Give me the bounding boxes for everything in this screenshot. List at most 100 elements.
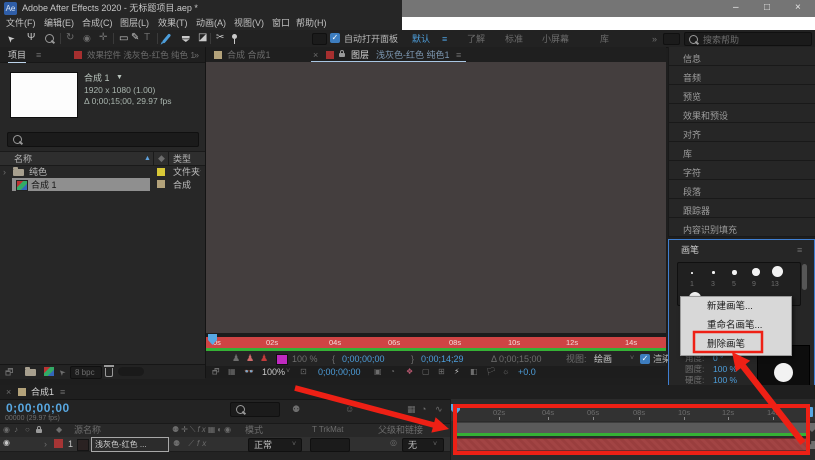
parent-pickwhip-icon[interactable]: ◎ (390, 439, 397, 447)
project-tabs-overflow-icon[interactable]: » (194, 51, 199, 60)
menu-composition[interactable]: 合成(C) (82, 19, 113, 28)
bit-depth-button[interactable]: 8 bpc (70, 366, 102, 379)
timeline-ruler[interactable]: 02s 04s 06s 08s 10s 12s 14s (451, 407, 815, 421)
brush-size-13[interactable] (772, 266, 783, 277)
menu-delete-brush[interactable]: 删除画笔 (681, 335, 791, 354)
brush-size-1[interactable] (691, 272, 693, 274)
view-dropdown[interactable]: 绘画 (594, 355, 612, 364)
project-search-input[interactable] (7, 132, 199, 147)
rectangle-tool[interactable]: ▭ (119, 34, 128, 44)
brush-size-5[interactable] (732, 270, 737, 275)
timeline-current-time[interactable]: 0;00;00;00 (6, 401, 70, 415)
workspace-overflow-icon[interactable]: » (652, 35, 657, 44)
panel-toggle-icon[interactable] (312, 33, 327, 45)
zoom-chevron-icon[interactable]: ˅ (286, 368, 290, 375)
type-tool[interactable]: T (144, 33, 150, 43)
panel-audio[interactable]: 音频 (668, 66, 815, 85)
brush-size-9[interactable] (752, 268, 760, 276)
menu-animation[interactable]: 动画(A) (196, 19, 226, 28)
sync-settings-icon[interactable] (663, 33, 680, 45)
menu-effect[interactable]: 效果(T) (158, 19, 188, 28)
comp-button-icon[interactable] (808, 441, 815, 449)
layer-name-box[interactable]: 浅灰色-红色 ... (91, 437, 169, 452)
menu-help[interactable]: 帮助(H) (296, 19, 327, 28)
timeline-menu-icon[interactable]: ≡ (60, 388, 65, 397)
layer-trkmat-dropdown[interactable] (310, 438, 350, 452)
new-folder-icon[interactable] (25, 369, 36, 376)
layer-parent-dropdown[interactable]: 无 ˅ (402, 438, 444, 452)
menu-layer[interactable]: 图层(L) (120, 19, 149, 28)
layer-mode-dropdown[interactable]: 正常 ˅ (248, 438, 302, 452)
brush-grid-scrollbar[interactable] (802, 264, 807, 290)
label-swatch-tan[interactable] (157, 180, 165, 188)
menu-edit[interactable]: 编辑(E) (44, 19, 74, 28)
show-snapshot-icon[interactable]: ◔ (390, 368, 395, 376)
resolution-icon[interactable]: ▢ (422, 368, 430, 376)
hardness-value[interactable]: 100 % (713, 376, 737, 385)
in-point-value[interactable]: 0;00;00;00 (342, 355, 385, 364)
menu-view[interactable]: 视图(V) (234, 19, 264, 28)
tab-timeline-comp[interactable]: 合成1 (31, 388, 54, 397)
brush-size-3[interactable] (712, 271, 715, 274)
project-row-solids[interactable]: › 纯色 文件夹 ⁘ (0, 165, 205, 178)
project-row-comp[interactable]: 合成 1 合成 (0, 178, 205, 191)
timeline-layer-row[interactable]: ◉ › 1 浅灰色-红色 ... ⚉ ⟋fx 正常 ˅ ◎ 无 ˅ (0, 437, 450, 452)
mask-visibility-icon[interactable]: 👓 (244, 368, 254, 376)
panel-preview[interactable]: 预览 (668, 85, 815, 104)
hand-tool[interactable]: Ψ (27, 33, 35, 43)
alpha-overlay-icon[interactable]: ♟ (246, 354, 254, 363)
workspace-default[interactable]: 默认 (412, 35, 430, 44)
maximize-button[interactable]: □ (764, 3, 770, 13)
pen-tool[interactable]: ✎ (131, 33, 139, 43)
layer-ruler-red-band[interactable]: 0s 02s 04s 06s 08s 10s 12s 14s (206, 337, 666, 348)
comp-marker-bin-icon[interactable] (808, 423, 815, 432)
project-comp-name-caret-icon[interactable]: ▼ (116, 74, 123, 81)
column-mode[interactable]: 模式 (245, 426, 263, 435)
panel-libraries[interactable]: 库 (668, 142, 815, 161)
layer-tab-close-icon[interactable]: × (313, 51, 318, 60)
new-composition-icon[interactable] (44, 367, 54, 376)
project-panel-menu-icon[interactable]: ≡ (36, 51, 41, 60)
layer-label-swatch[interactable] (54, 439, 63, 448)
project-flowchart-icon[interactable]: 🗗 (5, 368, 13, 377)
delete-item-icon[interactable] (105, 368, 113, 377)
timeline-tab-close-icon[interactable]: × (6, 388, 11, 397)
tab-composition[interactable]: 合成 合成1 (227, 51, 271, 60)
panel-info[interactable]: 信息 (668, 47, 815, 66)
render-checkbox[interactable]: ✓ (640, 354, 650, 364)
panel-character[interactable]: 字符 (668, 161, 815, 180)
help-search-input[interactable]: 搜索帮助 (684, 32, 812, 46)
column-source-name[interactable]: 源名称 (74, 426, 101, 435)
reset-exposure-icon[interactable]: ☼ (502, 368, 509, 376)
fast-previews-icon[interactable]: ⚡ (454, 368, 460, 376)
panel-effects-presets[interactable]: 效果和预设 (668, 104, 815, 123)
layer-visibility-icon[interactable]: ◉ (3, 439, 10, 447)
zoom-tool[interactable] (45, 34, 54, 43)
puppet-pin-tool[interactable] (232, 34, 237, 39)
always-preview-icon[interactable]: 🗗 (212, 368, 220, 376)
eraser-tool[interactable]: ◪ (198, 33, 207, 43)
menu-new-brush[interactable]: 新建画笔... (681, 297, 791, 316)
pixel-aspect-icon[interactable]: ⊞ (438, 368, 445, 376)
panel-paragraph[interactable]: 段落 (668, 180, 815, 199)
layer-duration-bar[interactable] (455, 438, 809, 451)
comp-flowchart-icon[interactable]: 🏳 (486, 368, 496, 376)
zoom-level-dropdown[interactable]: 100% (262, 368, 285, 377)
workspace-learn[interactable]: 了解 (467, 35, 485, 44)
close-button[interactable]: × (795, 3, 801, 13)
column-name[interactable]: 名称 (14, 155, 32, 164)
layer-panel-menu-icon[interactable]: ≡ (456, 51, 461, 60)
sort-ascending-icon[interactable]: ▲ (144, 155, 151, 162)
motion-blur-icon[interactable]: ◔ (421, 405, 426, 414)
label-swatch-yellow[interactable] (157, 168, 165, 176)
menu-file[interactable]: 文件(F) (6, 19, 36, 28)
expand-chevron-icon[interactable]: › (3, 168, 6, 177)
roundness-value[interactable]: 100 % (713, 365, 737, 374)
tab-effect-controls[interactable]: 效果控件 浅灰色-红色 纯色 1 (87, 51, 195, 60)
panel-align[interactable]: 对齐 (668, 123, 815, 142)
view-dropdown-chevron-icon[interactable]: ˅ (630, 355, 634, 362)
menu-rename-brush[interactable]: 重命名画笔... (681, 316, 791, 335)
brushes-panel-menu-icon[interactable]: ≡ (797, 246, 802, 255)
region-of-interest-icon[interactable]: ⊡ (300, 368, 307, 376)
channels-icon[interactable]: ❖ (406, 368, 413, 376)
